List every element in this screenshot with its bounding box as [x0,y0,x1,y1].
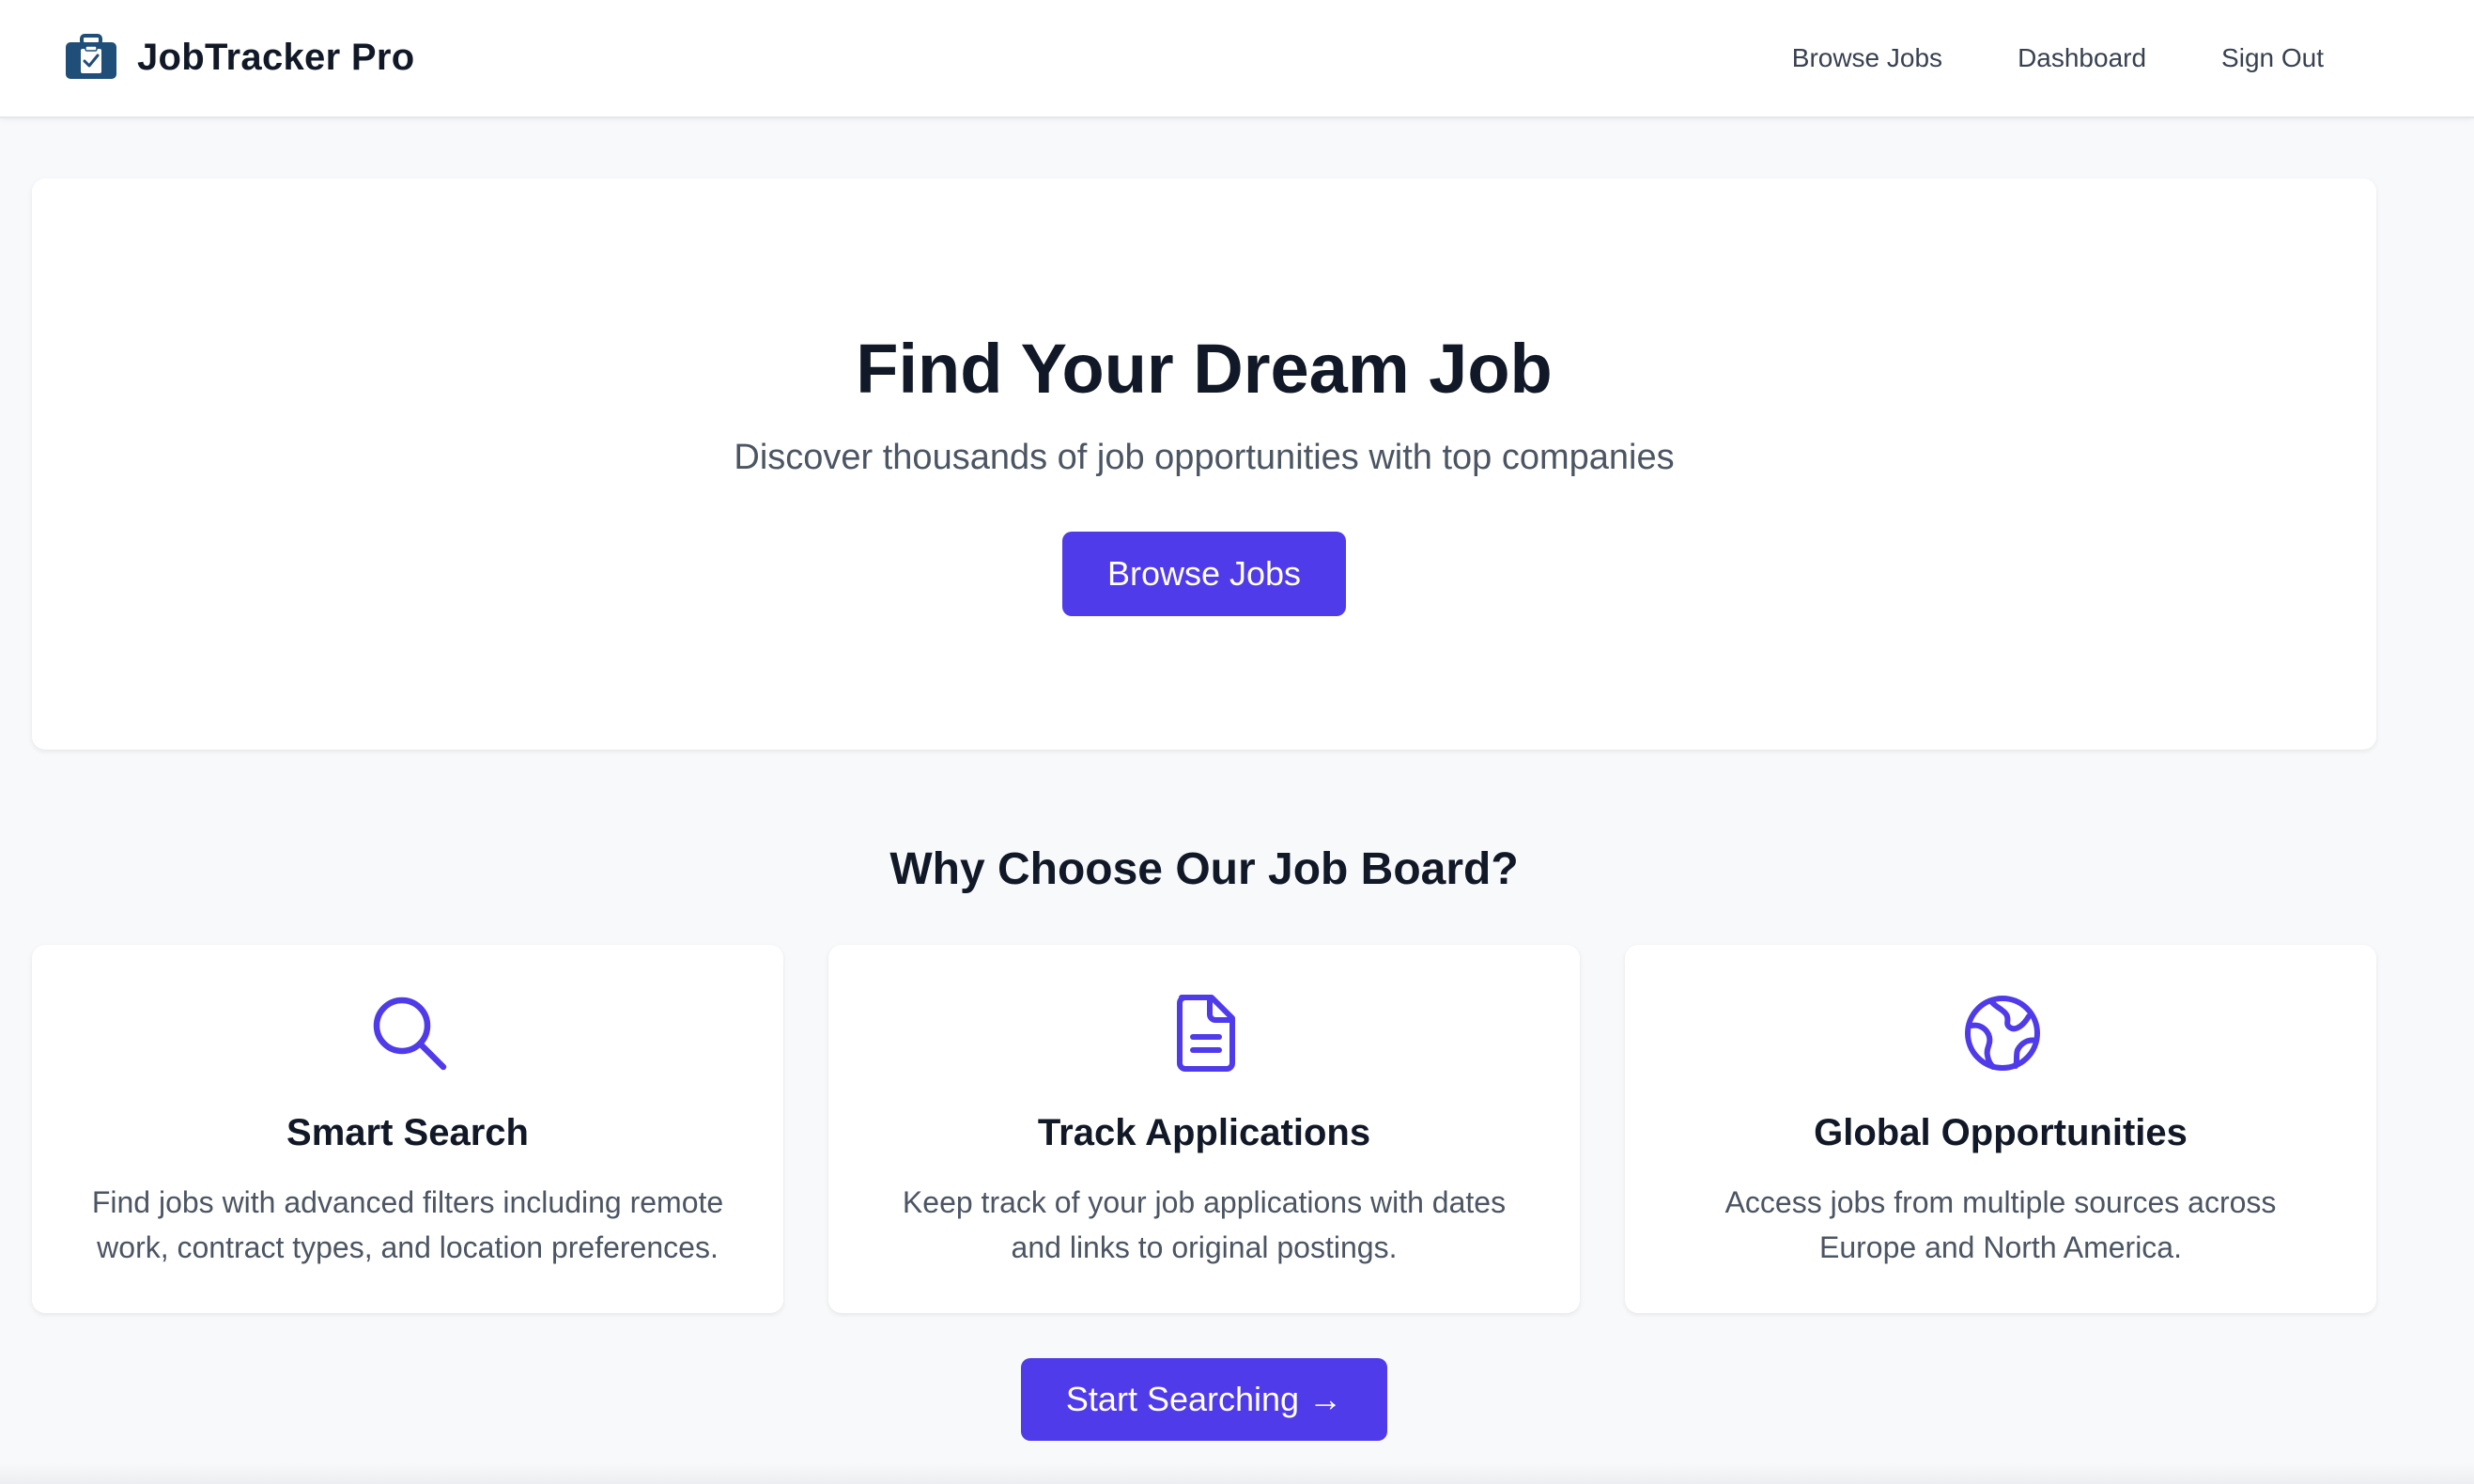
feature-description: Find jobs with advanced filters includin… [91,1185,724,1264]
hero-title: Find Your Dream Job [856,330,1553,408]
hero-card: Find Your Dream Job Discover thousands o… [32,178,2376,750]
hero-subtitle: Discover thousands of job opportunities … [734,438,1675,477]
brand-name: JobTracker Pro [137,36,415,78]
nav-dashboard[interactable]: Dashboard [2018,39,2146,77]
brand[interactable]: JobTracker Pro [64,34,414,81]
features-title: Why Choose Our Job Board? [889,844,1519,894]
briefcase-check-icon [66,34,116,79]
feature-description: Access jobs from multiple sources across… [1724,1185,2277,1264]
search-icon [373,997,447,1071]
globe-icon [1965,996,2040,1071]
nav-links: Browse Jobs Dashboard Sign Out [1717,39,2324,77]
nav-browse-jobs[interactable]: Browse Jobs [1792,39,1942,77]
feature-title: Smart Search [286,1112,529,1153]
feature-description: Keep track of your job applications with… [902,1185,1507,1264]
start-searching-button[interactable]: Start Searching → [1021,1358,1387,1441]
feature-card-global-opportunities: Global Opportunities Access jobs from mu… [1625,945,2376,1313]
document-icon [1177,995,1235,1072]
browse-jobs-button[interactable]: Browse Jobs [1062,532,1346,616]
feature-title: Track Applications [1037,1112,1371,1153]
feature-title: Global Opportunities [1814,1112,2188,1153]
nav-sign-out[interactable]: Sign Out [2221,39,2324,77]
feature-card-track-applications: Track Applications Keep track of your jo… [828,945,1580,1313]
feature-card-smart-search: Smart Search Find jobs with advanced fil… [32,945,783,1313]
top-navbar: JobTracker Pro Browse Jobs Dashboard Sig… [0,0,2474,118]
page-bottom-edge [0,1463,2474,1484]
